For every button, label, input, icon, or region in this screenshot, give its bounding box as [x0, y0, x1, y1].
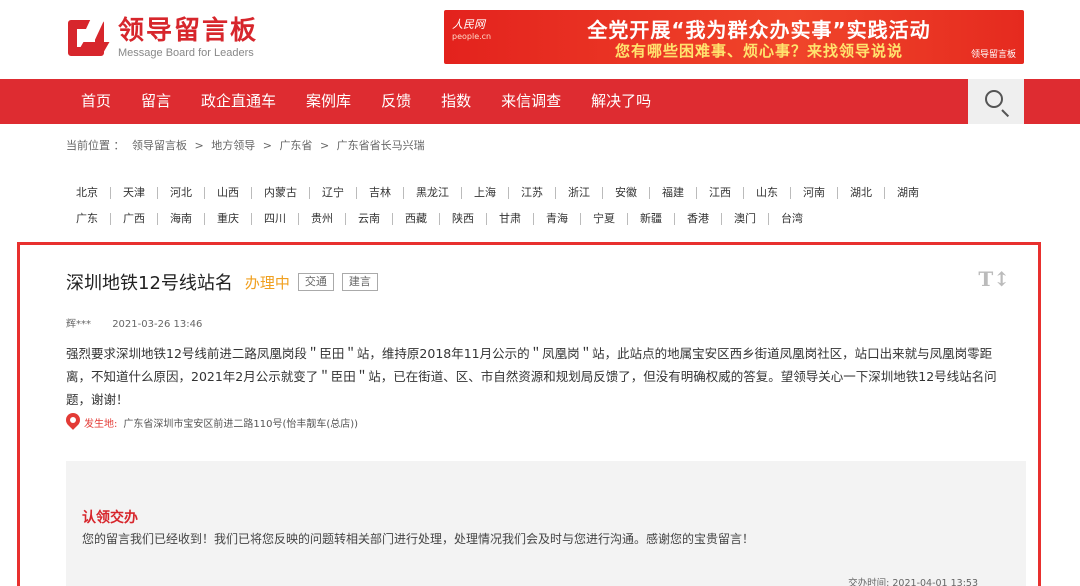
banner-brand-sub: people.cn [452, 32, 492, 41]
breadcrumb-separator: > [319, 139, 330, 152]
location-row: 发生地: 广东省深圳市宝安区前进二路110号(怡丰靓车(总店)) [63, 410, 359, 431]
province-row: 广东 广西 海南 重庆 四川 贵州 云南 西藏 陕西 甘肃 青海 宁夏 新疆 香港 澳门 台湾 [66, 206, 1016, 232]
province-link[interactable]: 河北 [157, 187, 204, 199]
author-name: 辉*** [66, 319, 91, 330]
province-link[interactable]: 贵州 [298, 213, 345, 225]
location-address: 广东省深圳市宝安区前进二路110号(怡丰靓车(总店)) [123, 418, 359, 430]
message-detail-box: 深圳地铁12号线站名 办理中 交通 建言 T↕ 辉*** 2021-03-26 … [17, 242, 1041, 586]
province-link[interactable]: 四川 [251, 213, 298, 225]
province-link[interactable]: 福建 [649, 187, 696, 199]
province-link[interactable]: 内蒙古 [251, 187, 309, 199]
breadcrumb-current[interactable]: 广东省省长马兴瑞 [337, 139, 425, 152]
province-link[interactable]: 澳门 [721, 213, 768, 225]
province-link[interactable]: 海南 [157, 213, 204, 225]
province-link[interactable]: 黑龙江 [403, 187, 461, 199]
province-link[interactable]: 河南 [790, 187, 837, 199]
breadcrumb-link[interactable]: 广东省 [279, 139, 312, 152]
banner-subline: 您有哪些困难事、烦心事？来找领导说说 [614, 42, 903, 60]
nav-item-cases[interactable]: 案例库 [291, 79, 366, 124]
province-link[interactable]: 香港 [674, 213, 721, 225]
post-date: 2021-03-26 13:46 [112, 319, 203, 330]
province-link[interactable]: 云南 [345, 213, 392, 225]
province-link[interactable]: 江苏 [508, 187, 555, 199]
location-label: 发生地: [84, 418, 118, 430]
province-list: 北京 天津 河北 山西 内蒙古 辽宁 吉林 黑龙江 上海 江苏 浙江 安徽 福建 江西 山东 河南 湖北 湖南 广… [66, 180, 1016, 232]
banner-brand: 人民网 [452, 18, 485, 31]
province-link[interactable]: 西藏 [392, 213, 439, 225]
province-link[interactable]: 广东 [66, 213, 110, 225]
message-content: 强烈要求深圳地铁12号线前进二路凤凰岗段＂臣田＂站，维持原2018年11月公示的… [66, 346, 997, 407]
province-link[interactable]: 辽宁 [309, 187, 356, 199]
province-link[interactable]: 山西 [204, 187, 251, 199]
type-tag[interactable]: 建言 [341, 273, 378, 291]
breadcrumb-separator: > [194, 139, 204, 152]
banner-headline: 全党开展“我为群众办实事”实践活动 [587, 18, 931, 42]
province-link[interactable]: 山东 [743, 187, 790, 199]
banner-corner-logo: 领导留言板 [970, 50, 1016, 60]
breadcrumb-separator: > [262, 139, 272, 152]
province-link[interactable]: 北京 [66, 187, 110, 199]
breadcrumb: 当前位置 ： 领导留言板 > 地方领导 > 广东省 > 广东省省长马兴瑞 [66, 137, 429, 153]
nav-item-home[interactable]: 首页 [66, 79, 126, 124]
province-link[interactable]: 湖北 [837, 187, 884, 199]
nav-item-survey[interactable]: 来信调查 [486, 79, 576, 124]
province-link[interactable]: 安徽 [602, 187, 649, 199]
nav-item-feedback[interactable]: 反馈 [366, 79, 426, 124]
province-row: 北京 天津 河北 山西 内蒙古 辽宁 吉林 黑龙江 上海 江苏 浙江 安徽 福建 江西 山东 河南 湖北 湖南 [66, 180, 1016, 206]
category-tag[interactable]: 交通 [297, 273, 334, 291]
province-link[interactable]: 浙江 [555, 187, 602, 199]
site-logo[interactable]: 领导留言板 Message Board for Leaders [66, 14, 258, 62]
province-link[interactable]: 上海 [461, 187, 508, 199]
province-link[interactable]: 吉林 [356, 187, 403, 199]
site-header: 领导留言板 Message Board for Leaders 人民网 peop… [0, 0, 1080, 78]
province-link[interactable]: 台湾 [768, 213, 815, 225]
province-link[interactable]: 青海 [533, 213, 580, 225]
province-link[interactable]: 甘肃 [486, 213, 533, 225]
reply-time: 交办时间: 2021-04-01 13:53 [848, 578, 978, 586]
message-meta: 辉*** 2021-03-26 13:46 [66, 315, 202, 330]
logo-mark-icon [66, 16, 110, 60]
province-link[interactable]: 江西 [696, 187, 743, 199]
province-link[interactable]: 湖南 [884, 187, 931, 199]
nav-item-messages[interactable]: 留言 [126, 79, 186, 124]
message-title: 深圳地铁12号线站名 [66, 273, 233, 294]
logo-subtitle: Message Board for Leaders [118, 47, 254, 59]
breadcrumb-link[interactable]: 领导留言板 [132, 139, 187, 152]
reply-section: 认领交办 您的留言我们已经收到！我们已将您反映的问题转相关部门进行处理，处理情况… [66, 461, 1026, 586]
province-link[interactable]: 新疆 [627, 213, 674, 225]
breadcrumb-label: 当前位置 ： [66, 139, 125, 152]
reply-text: 您的留言我们已经收到！我们已将您反映的问题转相关部门进行处理，处理情况我们会及时… [82, 532, 755, 546]
reply-title: 认领交办 [82, 510, 138, 526]
status-badge: 办理中 [244, 273, 290, 292]
search-icon [985, 90, 1003, 108]
logo-title: 领导留言板 [118, 16, 259, 46]
campaign-banner[interactable]: 人民网 people.cn 全党开展“我为群众办实事”实践活动 您有哪些困难事、… [444, 10, 1024, 64]
province-link[interactable]: 重庆 [204, 213, 251, 225]
main-nav: 首页 留言 政企直通车 案例库 反馈 指数 来信调查 解决了吗 [0, 79, 1080, 124]
nav-item-resolved[interactable]: 解决了吗 [576, 79, 666, 124]
province-link[interactable]: 天津 [110, 187, 157, 199]
province-link[interactable]: 宁夏 [580, 213, 627, 225]
province-link[interactable]: 广西 [110, 213, 157, 225]
province-link[interactable]: 陕西 [439, 213, 486, 225]
breadcrumb-link[interactable]: 地方领导 [211, 139, 255, 152]
nav-item-enterprise[interactable]: 政企直通车 [186, 79, 291, 124]
message-title-row: 深圳地铁12号线站名 办理中 交通 建言 [66, 269, 378, 295]
font-size-icon[interactable]: T↕ [978, 267, 1010, 291]
map-pin-icon [63, 410, 83, 431]
search-button[interactable] [968, 79, 1024, 124]
nav-item-index[interactable]: 指数 [426, 79, 486, 124]
